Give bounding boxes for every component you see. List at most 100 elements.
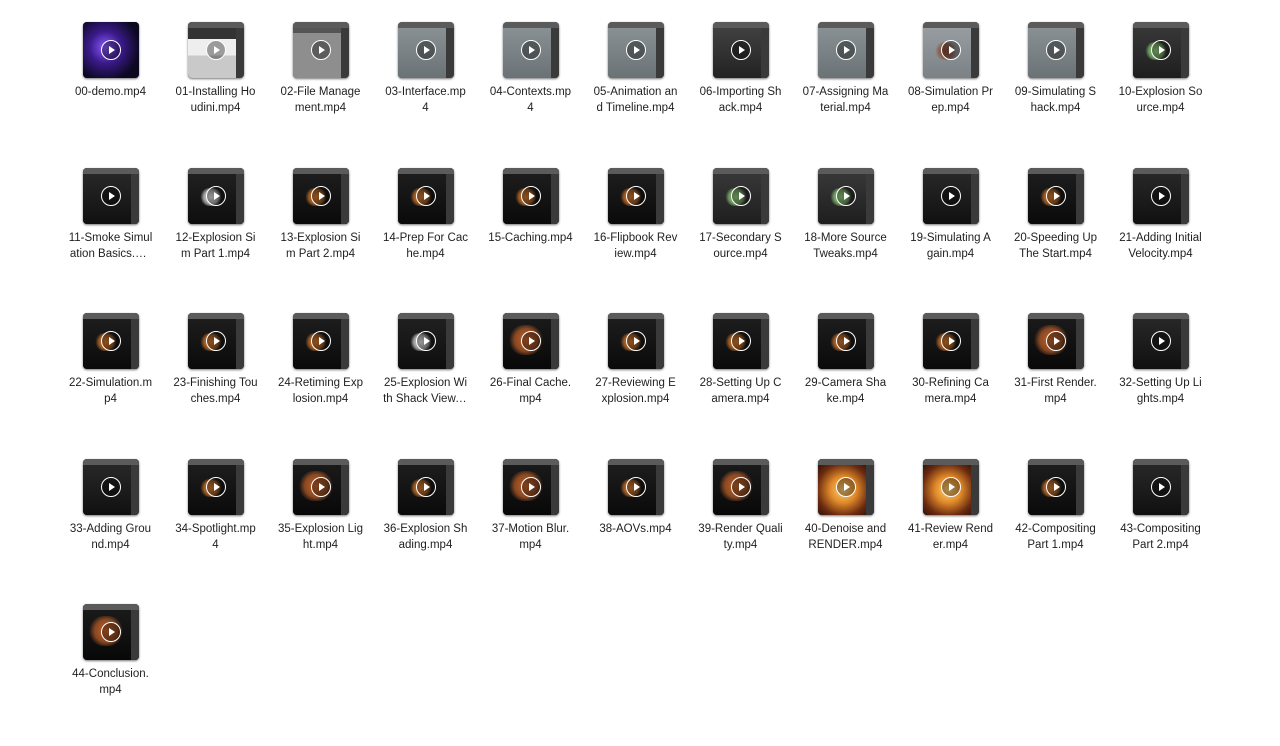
file-item[interactable]: 23-Finishing Touches.mp4 (163, 309, 268, 455)
play-icon[interactable] (205, 185, 226, 206)
play-icon[interactable] (415, 40, 436, 60)
video-thumbnail[interactable] (292, 313, 349, 369)
file-item[interactable]: 39-Render Quality.mp4 (688, 455, 793, 601)
video-thumbnail[interactable] (82, 458, 139, 515)
play-icon[interactable] (100, 476, 121, 497)
play-icon[interactable] (835, 331, 856, 351)
file-item[interactable]: 33-Adding Ground.mp4 (58, 455, 163, 601)
video-thumbnail[interactable] (292, 22, 349, 78)
file-item[interactable]: 01-Installing Houdini.mp4 (163, 18, 268, 164)
video-thumbnail[interactable] (187, 458, 244, 515)
play-icon[interactable] (835, 185, 856, 206)
file-item[interactable]: 35-Explosion Light.mp4 (268, 455, 373, 601)
play-icon[interactable] (415, 476, 436, 497)
video-thumbnail[interactable] (397, 167, 454, 224)
video-thumbnail[interactable] (817, 458, 874, 515)
play-icon[interactable] (1150, 476, 1171, 497)
play-icon[interactable] (1045, 185, 1066, 206)
file-item[interactable]: 37-Motion Blur.mp4 (478, 455, 583, 601)
file-item[interactable]: 20-Speeding Up The Start.mp4 (1003, 164, 1108, 310)
file-item[interactable]: 34-Spotlight.mp4 (163, 455, 268, 601)
play-icon[interactable] (730, 40, 751, 60)
file-item[interactable]: 24-Retiming Explosion.mp4 (268, 309, 373, 455)
file-item[interactable]: 00-demo.mp4 (58, 18, 163, 164)
play-icon[interactable] (730, 476, 751, 497)
play-icon[interactable] (310, 331, 331, 351)
file-item[interactable]: 27-Reviewing Explosion.mp4 (583, 309, 688, 455)
video-thumbnail[interactable] (1132, 458, 1189, 515)
file-item[interactable]: 32-Setting Up Lights.mp4 (1108, 309, 1213, 455)
file-item[interactable]: 31-First Render.mp4 (1003, 309, 1108, 455)
play-icon[interactable] (940, 476, 961, 497)
video-thumbnail[interactable] (1027, 22, 1084, 78)
file-item[interactable]: 09-Simulating Shack.mp4 (1003, 18, 1108, 164)
play-icon[interactable] (1150, 40, 1171, 60)
file-item[interactable]: 30-Refining Camera.mp4 (898, 309, 1003, 455)
file-item[interactable]: 36-Explosion Shading.mp4 (373, 455, 478, 601)
video-thumbnail[interactable] (82, 313, 139, 369)
play-icon[interactable] (625, 476, 646, 497)
play-icon[interactable] (625, 331, 646, 351)
file-item[interactable]: 10-Explosion Source.mp4 (1108, 18, 1213, 164)
video-thumbnail[interactable] (922, 22, 979, 78)
file-item[interactable]: 05-Animation and Timeline.mp4 (583, 18, 688, 164)
file-item[interactable]: 26-Final Cache.mp4 (478, 309, 583, 455)
play-icon[interactable] (310, 185, 331, 206)
play-icon[interactable] (835, 476, 856, 497)
play-icon[interactable] (310, 476, 331, 497)
play-icon[interactable] (730, 185, 751, 206)
video-thumbnail[interactable] (397, 22, 454, 78)
file-item[interactable]: 13-Explosion Sim Part 2.mp4 (268, 164, 373, 310)
file-item[interactable]: 16-Flipbook Review.mp4 (583, 164, 688, 310)
play-icon[interactable] (520, 185, 541, 206)
play-icon[interactable] (415, 185, 436, 206)
video-thumbnail[interactable] (712, 167, 769, 224)
play-icon[interactable] (1045, 476, 1066, 497)
file-item[interactable]: 11-Smoke Simulation Basics.mp4 (58, 164, 163, 310)
file-item[interactable]: 07-Assigning Material.mp4 (793, 18, 898, 164)
file-item[interactable]: 22-Simulation.mp4 (58, 309, 163, 455)
file-item[interactable]: 44-Conclusion.mp4 (58, 600, 163, 746)
video-thumbnail[interactable] (712, 22, 769, 78)
video-thumbnail[interactable] (292, 167, 349, 224)
video-thumbnail[interactable] (607, 313, 664, 369)
play-icon[interactable] (1150, 331, 1171, 351)
file-item[interactable]: 14-Prep For Cache.mp4 (373, 164, 478, 310)
play-icon[interactable] (1045, 331, 1066, 351)
file-item[interactable]: 42-Compositing Part 1.mp4 (1003, 455, 1108, 601)
play-icon[interactable] (520, 40, 541, 60)
video-thumbnail[interactable] (607, 458, 664, 515)
play-icon[interactable] (100, 331, 121, 351)
video-thumbnail[interactable] (1132, 313, 1189, 369)
play-icon[interactable] (415, 331, 436, 351)
file-item[interactable]: 38-AOVs.mp4 (583, 455, 688, 601)
file-item[interactable]: 12-Explosion Sim Part 1.mp4 (163, 164, 268, 310)
play-icon[interactable] (625, 185, 646, 206)
play-icon[interactable] (520, 476, 541, 497)
file-item[interactable]: 19-Simulating Again.mp4 (898, 164, 1003, 310)
file-item[interactable]: 25-Explosion With Shack View.mp4 (373, 309, 478, 455)
file-item[interactable]: 28-Setting Up Camera.mp4 (688, 309, 793, 455)
play-icon[interactable] (625, 40, 646, 60)
play-icon[interactable] (835, 40, 856, 60)
video-thumbnail[interactable] (817, 313, 874, 369)
video-thumbnail[interactable] (82, 22, 139, 78)
video-thumbnail[interactable] (502, 22, 559, 78)
video-thumbnail[interactable] (817, 22, 874, 78)
play-icon[interactable] (940, 185, 961, 206)
play-icon[interactable] (100, 185, 121, 206)
video-thumbnail[interactable] (712, 313, 769, 369)
video-thumbnail[interactable] (1132, 167, 1189, 224)
video-thumbnail[interactable] (607, 167, 664, 224)
file-item[interactable]: 04-Contexts.mp4 (478, 18, 583, 164)
video-thumbnail[interactable] (502, 313, 559, 369)
file-item[interactable]: 06-Importing Shack.mp4 (688, 18, 793, 164)
video-thumbnail[interactable] (292, 458, 349, 515)
video-thumbnail[interactable] (187, 22, 244, 78)
video-thumbnail[interactable] (817, 167, 874, 224)
video-thumbnail[interactable] (502, 167, 559, 224)
file-item[interactable]: 21-Adding Initial Velocity.mp4 (1108, 164, 1213, 310)
video-thumbnail[interactable] (607, 22, 664, 78)
play-icon[interactable] (100, 622, 121, 642)
video-thumbnail[interactable] (922, 167, 979, 224)
